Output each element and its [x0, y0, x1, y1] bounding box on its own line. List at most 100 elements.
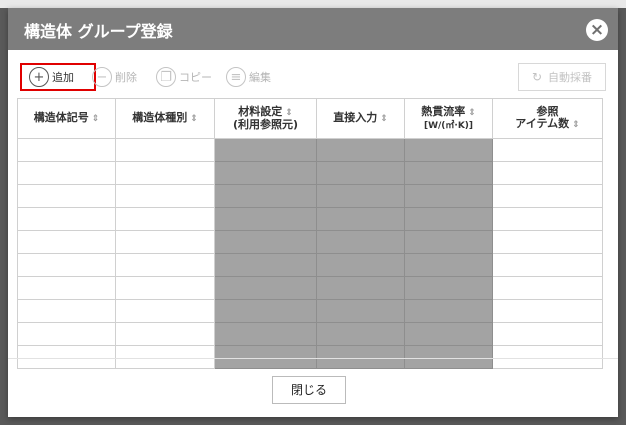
column-header-reference-count[interactable]: 参照 アイテム数 ⇕ — [492, 98, 603, 139]
table-cell[interactable] — [115, 276, 215, 300]
add-label: 追加 — [52, 71, 74, 84]
sort-icon[interactable]: ⇕ — [572, 120, 580, 130]
table-cell[interactable] — [17, 322, 116, 346]
column-sublabel: [W/(㎡·K)] — [423, 120, 474, 131]
delete-button[interactable]: − 削除 — [92, 63, 137, 91]
table-cell — [316, 161, 405, 185]
copy-button[interactable]: ❐ コピー — [156, 63, 212, 91]
table-cell[interactable] — [492, 276, 603, 300]
edit-button[interactable]: ≡ 編集 — [226, 63, 271, 91]
table-cell[interactable] — [115, 138, 215, 162]
plus-icon: + — [29, 67, 49, 87]
column-label: 材料設定 — [238, 105, 283, 118]
table-row[interactable] — [17, 253, 603, 277]
table-cell[interactable] — [115, 207, 215, 231]
column-sublabel: アイテム数 — [515, 117, 570, 130]
auto-number-button[interactable]: ↻ 自動採番 — [518, 63, 606, 91]
table-cell — [214, 253, 317, 277]
close-icon[interactable]: × — [586, 19, 608, 41]
table-cell[interactable] — [17, 230, 116, 254]
table-cell[interactable] — [17, 161, 116, 185]
sort-icon[interactable]: ⇕ — [468, 108, 476, 118]
table-cell — [404, 161, 493, 185]
table-header-row: 構造体記号 ⇕ 構造体種別 ⇕ 材料設定 ⇕ (利用参照元) 直接入力 ⇕ 熱貫流率 ⇕ … — [17, 98, 603, 139]
column-header-direct-input[interactable]: 直接入力 ⇕ — [316, 98, 405, 139]
table-cell[interactable] — [115, 253, 215, 277]
table-cell — [404, 276, 493, 300]
table-cell — [316, 276, 405, 300]
column-label: 熱貫流率 — [421, 104, 466, 118]
table-cell — [404, 253, 493, 277]
column-header-structure-code[interactable]: 構造体記号 ⇕ — [17, 98, 116, 139]
table-row[interactable] — [17, 322, 603, 346]
column-header-structure-type[interactable]: 構造体種別 ⇕ — [115, 98, 215, 139]
table-cell[interactable] — [492, 207, 603, 231]
copy-icon: ❐ — [156, 67, 176, 87]
table-cell — [214, 230, 317, 254]
table-cell — [214, 276, 317, 300]
dialog-footer: 閉じる — [8, 358, 618, 418]
table-cell[interactable] — [492, 184, 603, 208]
table-cell[interactable] — [115, 184, 215, 208]
table-cell — [404, 322, 493, 346]
dialog-header: 構造体 グループ登録 × — [8, 8, 618, 50]
table-cell[interactable] — [492, 322, 603, 346]
column-label: 直接入力 — [333, 111, 378, 124]
table-row[interactable] — [17, 184, 603, 208]
table-cell — [316, 299, 405, 323]
table-row[interactable] — [17, 299, 603, 323]
table-cell — [404, 138, 493, 162]
table-row[interactable] — [17, 161, 603, 185]
table-cell — [316, 253, 405, 277]
column-header-material-setting[interactable]: 材料設定 ⇕ (利用参照元) — [214, 98, 317, 139]
table-cell[interactable] — [492, 138, 603, 162]
table-cell — [214, 299, 317, 323]
sort-icon[interactable]: ⇕ — [285, 108, 293, 118]
sort-icon[interactable]: ⇕ — [190, 114, 198, 124]
minus-icon: − — [92, 67, 112, 87]
table-cell[interactable] — [17, 253, 116, 277]
table-cell[interactable] — [115, 322, 215, 346]
structure-table: 構造体記号 ⇕ 構造体種別 ⇕ 材料設定 ⇕ (利用参照元) 直接入力 ⇕ 熱貫流率 ⇕ … — [17, 98, 603, 369]
table-cell — [316, 184, 405, 208]
table-cell — [404, 299, 493, 323]
table-cell — [214, 322, 317, 346]
table-cell[interactable] — [492, 299, 603, 323]
close-button[interactable]: 閉じる — [272, 376, 346, 404]
table-cell[interactable] — [17, 299, 116, 323]
table-cell — [316, 138, 405, 162]
table-cell[interactable] — [115, 161, 215, 185]
column-label: 構造体種別 — [132, 111, 188, 124]
table-cell[interactable] — [492, 230, 603, 254]
sort-icon[interactable]: ⇕ — [92, 114, 100, 124]
table-row[interactable] — [17, 230, 603, 254]
add-button[interactable]: + 追加 — [20, 63, 96, 91]
dialog-title: 構造体 グループ登録 — [24, 22, 173, 41]
table-cell[interactable] — [115, 230, 215, 254]
structure-group-dialog: 構造体 グループ登録 × + 追加 − 削除 ❐ コピー ≡ 編集 ↻ 自動採番 — [8, 8, 618, 417]
column-header-u-value[interactable]: 熱貫流率 ⇕ [W/(㎡·K)] — [404, 98, 493, 139]
table-row[interactable] — [17, 138, 603, 162]
table-cell — [404, 184, 493, 208]
table-cell[interactable] — [17, 138, 116, 162]
toolbar: + 追加 − 削除 ❐ コピー ≡ 編集 ↻ 自動採番 — [20, 63, 606, 93]
table-cell[interactable] — [17, 184, 116, 208]
delete-label: 削除 — [115, 71, 137, 84]
edit-label: 編集 — [249, 71, 271, 84]
sort-icon[interactable]: ⇕ — [380, 114, 388, 124]
table-cell — [404, 207, 493, 231]
table-cell — [316, 207, 405, 231]
background-page — [0, 0, 626, 8]
refresh-icon: ↻ — [531, 70, 543, 84]
table-cell[interactable] — [17, 276, 116, 300]
table-cell — [214, 207, 317, 231]
table-cell[interactable] — [115, 299, 215, 323]
table-cell — [214, 138, 317, 162]
table-cell[interactable] — [492, 253, 603, 277]
table-cell[interactable] — [17, 207, 116, 231]
table-row[interactable] — [17, 276, 603, 300]
column-label: 構造体記号 — [33, 111, 89, 124]
table-cell[interactable] — [492, 161, 603, 185]
table-row[interactable] — [17, 207, 603, 231]
edit-icon: ≡ — [226, 67, 246, 87]
